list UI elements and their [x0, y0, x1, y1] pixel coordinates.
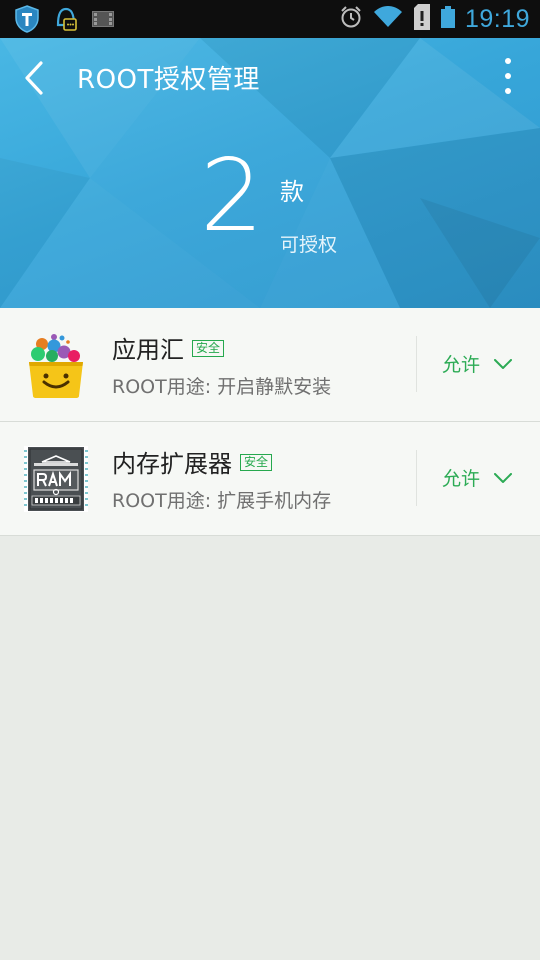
notification-bell-icon: [52, 5, 80, 37]
authorizable-count: 2: [200, 137, 264, 254]
shield-app-icon: [14, 5, 40, 37]
menu-dot: [505, 58, 511, 64]
menu-dot: [505, 88, 511, 94]
app-list: 应用汇 安全 ROOT用途: 开启静默安装 允许 内存扩展器 安全 ROOT用途…: [0, 308, 540, 536]
list-item[interactable]: 应用汇 安全 ROOT用途: 开启静默安装 允许: [0, 308, 540, 422]
count-caption: 可授权: [280, 234, 338, 256]
app-name: 应用汇 安全: [112, 330, 225, 365]
page-title: ROOT授权管理: [77, 65, 260, 95]
permission-label: 允许: [442, 354, 481, 376]
app-name-text: 应用汇: [112, 336, 184, 364]
chevron-down-icon: [494, 358, 513, 369]
list-item[interactable]: 内存扩展器 安全 ROOT用途: 扩展手机内存 允许: [0, 422, 540, 536]
safe-badge: 安全: [192, 339, 225, 357]
alarm-icon: [339, 5, 363, 33]
overflow-menu-button[interactable]: [498, 58, 518, 94]
back-button[interactable]: [14, 58, 54, 98]
app-name: 内存扩展器 安全: [112, 444, 273, 479]
status-bar: 19:19: [0, 0, 540, 38]
wifi-icon: [373, 5, 403, 33]
permission-dropdown[interactable]: 允许: [442, 350, 513, 377]
count-unit: 款: [280, 178, 304, 206]
divider: [416, 450, 417, 506]
safe-badge: 安全: [240, 453, 273, 471]
clock-time: 19:19: [464, 4, 530, 33]
header-banner: ROOT授权管理 2 款 可授权: [0, 38, 540, 308]
film-icon: [92, 11, 114, 31]
root-usage-desc: ROOT用途: 开启静默安装: [112, 376, 332, 398]
app-store-bag-icon: [24, 332, 88, 398]
divider: [416, 336, 417, 392]
ram-chip-icon: [24, 446, 88, 512]
chevron-left-icon: [25, 61, 43, 95]
permission-label: 允许: [442, 468, 481, 490]
app-name-text: 内存扩展器: [112, 450, 232, 478]
menu-dot: [505, 73, 511, 79]
sim-alert-icon: [413, 4, 431, 34]
chevron-down-icon: [494, 472, 513, 483]
battery-icon: [440, 6, 455, 32]
permission-dropdown[interactable]: 允许: [442, 464, 513, 491]
root-usage-desc: ROOT用途: 扩展手机内存: [112, 490, 332, 512]
